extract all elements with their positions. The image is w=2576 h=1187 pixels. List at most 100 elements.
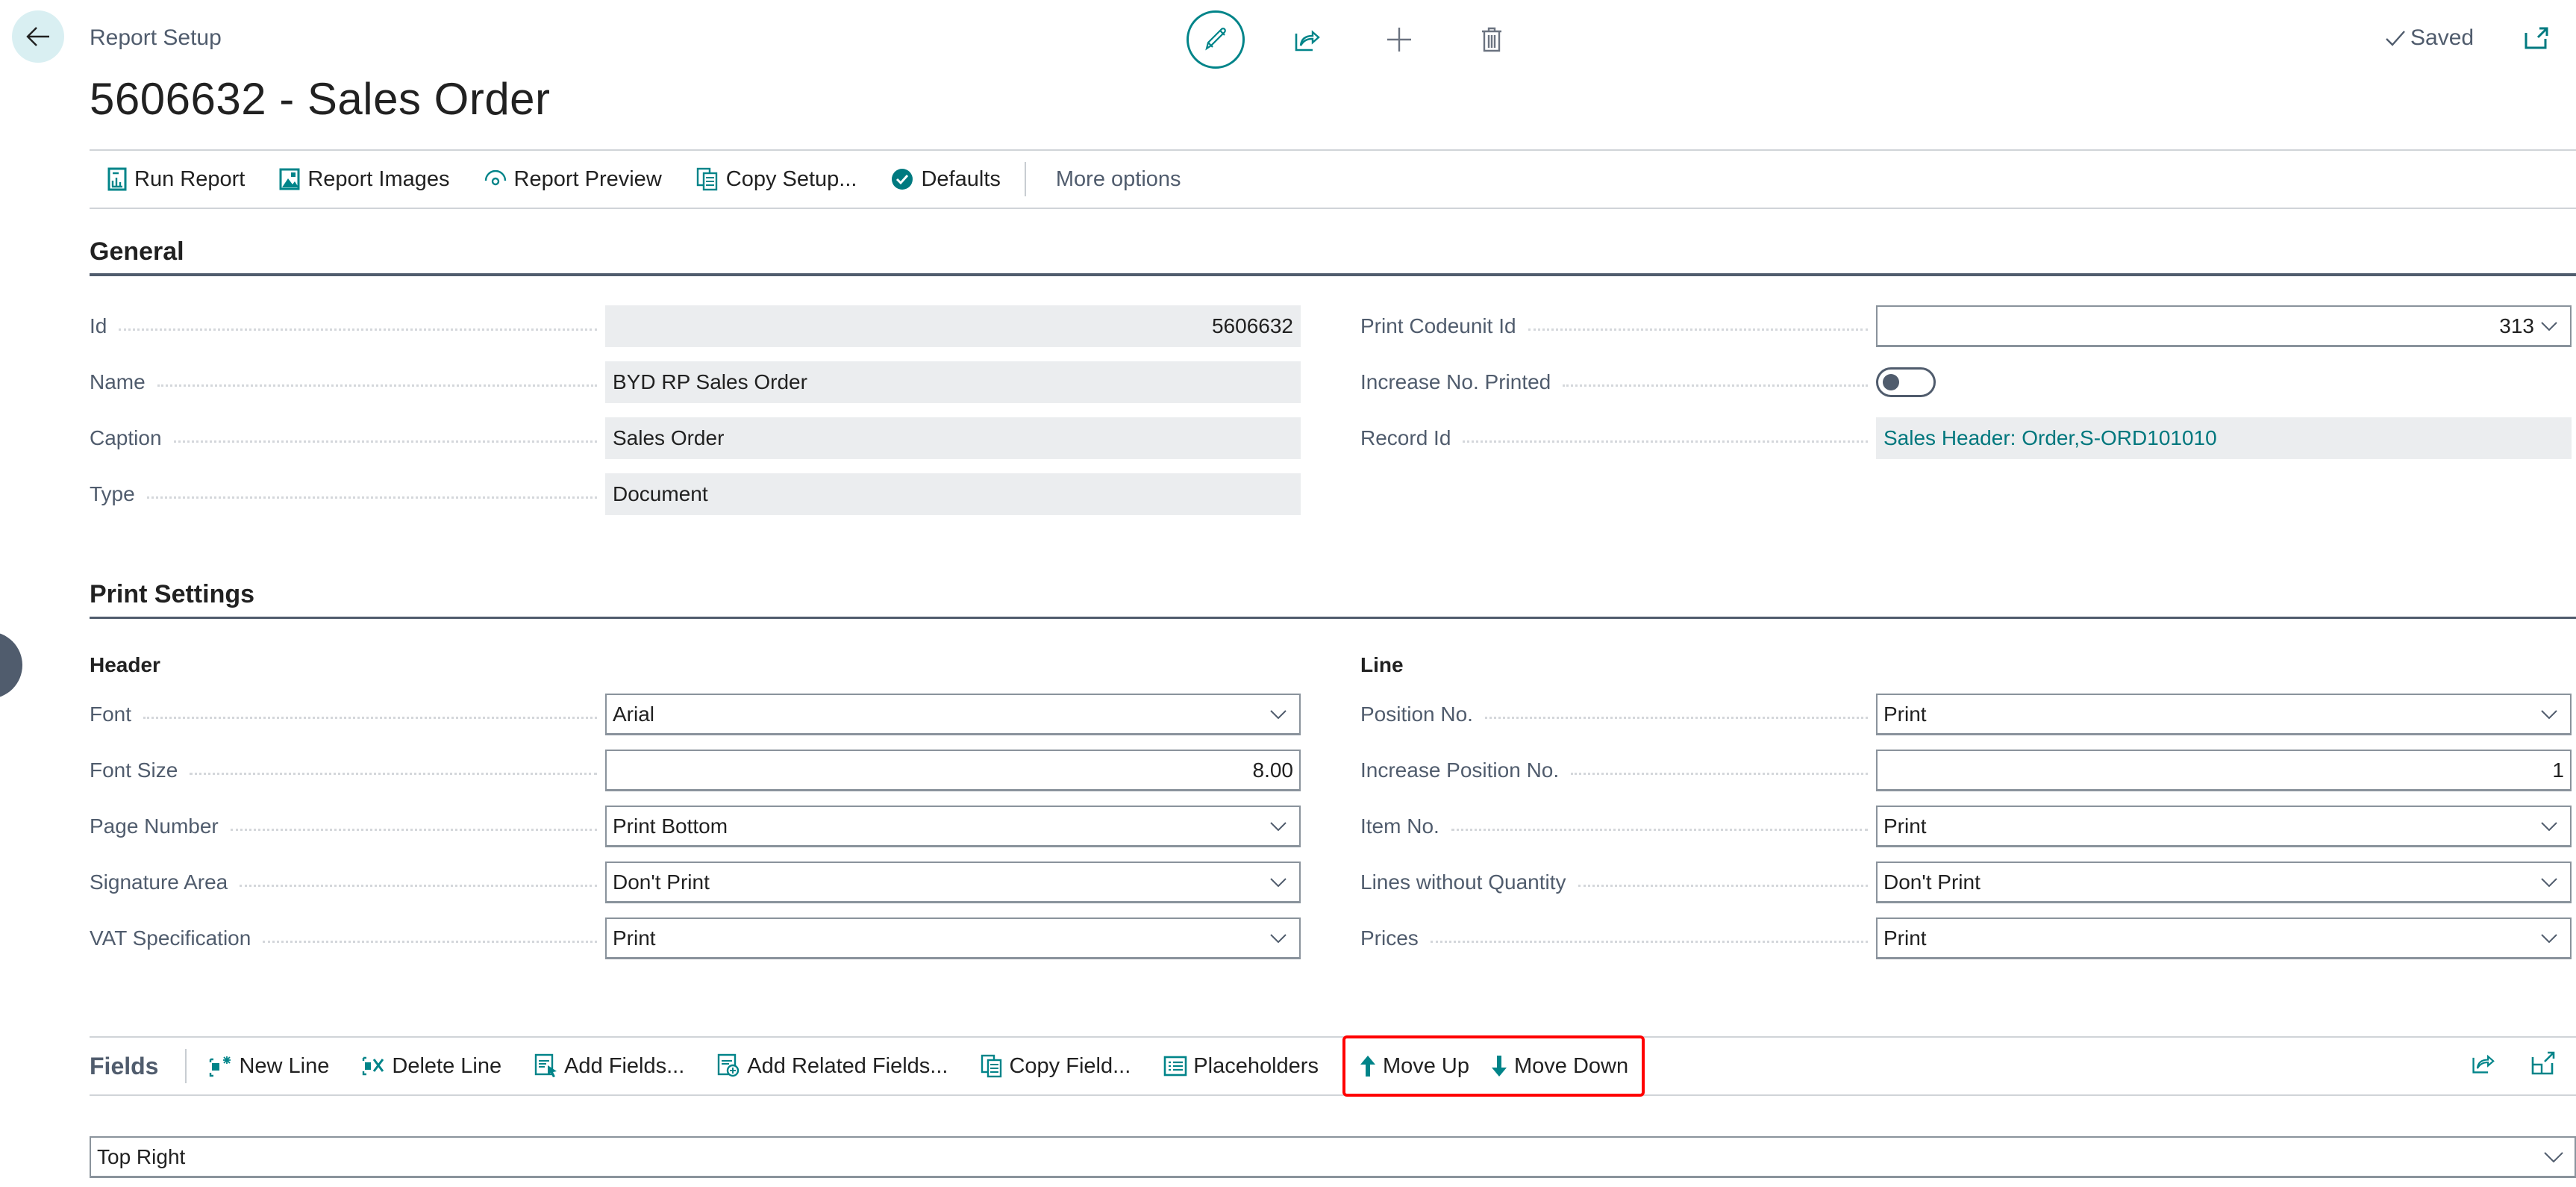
chevron-down-icon: [2534, 321, 2564, 331]
field-label-record-id: Record Id: [1360, 417, 1875, 459]
saved-status: Saved: [2385, 25, 2474, 51]
run-report-button[interactable]: Run Report: [107, 167, 245, 192]
field-label-print-codeunit-id: Print Codeunit Id: [1360, 305, 1875, 347]
position-no-value: Print: [1883, 702, 1927, 726]
position-value: Top Right: [97, 1144, 186, 1168]
increase-no-printed-toggle[interactable]: [1876, 367, 1936, 397]
side-panel-handle[interactable]: [0, 632, 22, 699]
field-label-prices: Prices: [1360, 917, 1875, 959]
chevron-down-icon: [1263, 709, 1293, 720]
type-value: Document: [605, 473, 1301, 515]
fields-part-title[interactable]: Fields: [90, 1053, 158, 1080]
record-id-link[interactable]: Sales Header: Order,S-ORD101010: [1876, 417, 2572, 459]
font-size-value: 8.00: [1252, 758, 1294, 782]
increase-position-no-value: 1: [2552, 758, 2564, 782]
vat-specification-value: Print: [613, 926, 656, 950]
item-no-select[interactable]: Print: [1876, 806, 2572, 847]
toggle-knob: [1883, 374, 1899, 390]
move-up-label: Move Up: [1382, 1053, 1469, 1078]
prices-select[interactable]: Print: [1876, 917, 2572, 959]
check-circle-icon: [891, 168, 913, 190]
print-settings-section-title[interactable]: Print Settings: [90, 580, 254, 609]
lines-without-quantity-select[interactable]: Don't Print: [1876, 862, 2572, 903]
divider: [1024, 162, 1026, 196]
copy-setup-button[interactable]: Copy Setup...: [696, 167, 857, 192]
share-icon: [1293, 26, 1320, 53]
chevron-down-icon: [2534, 933, 2564, 944]
chevron-down-icon: [1263, 821, 1293, 832]
general-section-divider: [90, 273, 2576, 276]
add-related-fields-button[interactable]: Add Related Fields...: [717, 1053, 948, 1079]
defaults-label: Defaults: [921, 166, 1001, 191]
page-title: 5606632 - Sales Order: [90, 74, 551, 124]
delete-line-label: Delete Line: [392, 1053, 502, 1078]
copy-field-label: Copy Field...: [1009, 1053, 1131, 1078]
signature-area-value: Don't Print: [613, 870, 710, 894]
move-up-button[interactable]: Move Up: [1359, 1054, 1469, 1079]
lines-without-quantity-value: Don't Print: [1883, 870, 1981, 894]
defaults-button[interactable]: Defaults: [891, 166, 1001, 192]
copy-icon: [981, 1054, 1003, 1078]
field-label-increase-no-printed: Increase No. Printed: [1360, 361, 1875, 403]
add-fields-label: Add Fields...: [564, 1053, 685, 1078]
pencil-icon: [1202, 26, 1229, 53]
delete-line-icon: [362, 1055, 386, 1077]
fields-action-bar: Fields New Line Delete Line Add Fields..…: [90, 1035, 2576, 1097]
signature-area-select[interactable]: Don't Print: [605, 862, 1301, 903]
add-fields-icon: [534, 1053, 558, 1079]
image-icon: [279, 168, 300, 190]
delete-line-button[interactable]: Delete Line: [362, 1054, 501, 1079]
add-fields-button[interactable]: Add Fields...: [534, 1053, 684, 1079]
id-value: 5606632: [605, 305, 1301, 347]
checkmark-icon: [2385, 29, 2406, 47]
page-actions: [1187, 10, 1521, 69]
list-icon: [1163, 1056, 1187, 1077]
font-select[interactable]: Arial: [605, 694, 1301, 735]
vat-specification-select[interactable]: Print: [605, 917, 1301, 959]
back-button[interactable]: [12, 10, 64, 63]
report-images-button[interactable]: Report Images: [279, 167, 450, 192]
chevron-down-icon: [1263, 933, 1293, 944]
more-options-button[interactable]: More options: [1056, 167, 1181, 192]
edit-button[interactable]: [1187, 10, 1245, 69]
saved-label: Saved: [2410, 25, 2475, 50]
field-label-position-no: Position No.: [1360, 694, 1875, 735]
share-button[interactable]: [1278, 10, 1336, 69]
position-select[interactable]: Top Right: [90, 1136, 2576, 1178]
preview-eye-icon: [484, 170, 507, 188]
copy-field-button[interactable]: Copy Field...: [981, 1054, 1131, 1079]
move-down-button[interactable]: Move Down: [1490, 1054, 1628, 1079]
arrow-down-icon: [1490, 1054, 1508, 1078]
chevron-down-icon: [2534, 709, 2564, 720]
placeholders-label: Placeholders: [1193, 1053, 1319, 1078]
new-button[interactable]: [1370, 10, 1428, 69]
expand-icon[interactable]: [2531, 1051, 2555, 1075]
caption-value: Sales Order: [605, 417, 1301, 459]
open-new-window-button[interactable]: [2525, 27, 2548, 51]
page-number-select[interactable]: Print Bottom: [605, 806, 1301, 847]
general-section-title[interactable]: General: [90, 237, 184, 267]
print-codeunit-id-select[interactable]: 313: [1876, 305, 2572, 347]
report-preview-button[interactable]: Report Preview: [484, 167, 662, 192]
fields-part-tools: [2470, 1051, 2555, 1075]
new-line-icon: [209, 1055, 233, 1077]
delete-button[interactable]: [1463, 10, 1521, 69]
run-report-icon: [107, 167, 127, 191]
new-line-button[interactable]: New Line: [209, 1054, 329, 1079]
copy-setup-label: Copy Setup...: [725, 166, 857, 191]
line-group-title: Line: [1360, 653, 1404, 676]
move-down-label: Move Down: [1513, 1053, 1629, 1078]
increase-position-no-input[interactable]: 1: [1876, 750, 2572, 791]
field-label-id: Id: [90, 305, 604, 347]
font-size-input[interactable]: 8.00: [605, 750, 1301, 791]
position-no-select[interactable]: Print: [1876, 694, 2572, 735]
run-report-label: Run Report: [134, 166, 246, 191]
prices-value: Print: [1883, 926, 1927, 950]
page-number-value: Print Bottom: [613, 814, 728, 838]
font-value: Arial: [613, 702, 655, 726]
share-icon[interactable]: [2470, 1051, 2495, 1075]
placeholders-button[interactable]: Placeholders: [1163, 1054, 1319, 1079]
field-label-vat-specification: VAT Specification: [90, 917, 604, 959]
field-label-increase-position-no: Increase Position No.: [1360, 750, 1875, 791]
header-group-title: Header: [90, 653, 160, 676]
